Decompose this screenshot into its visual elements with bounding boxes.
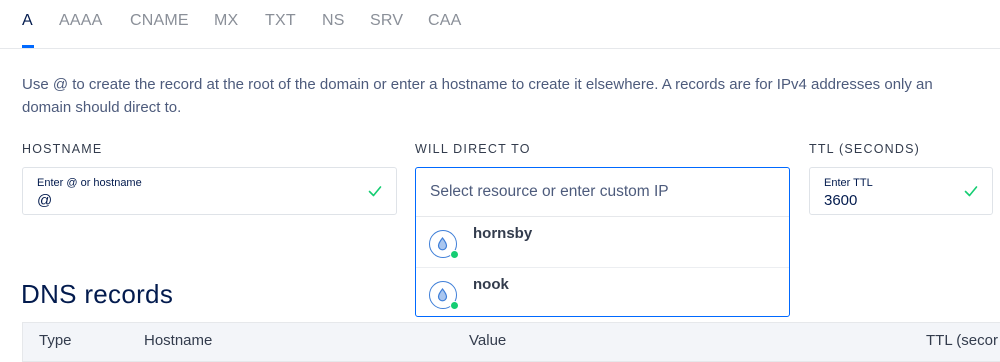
ttl-input[interactable]: Enter TTL 3600 [809,167,993,215]
option-name: nook [473,276,509,293]
ttl-input-value[interactable]: 3600 [824,192,857,209]
description-line-1: Use @ to create the record at the root o… [22,76,933,93]
tab-a[interactable]: A [22,12,33,30]
dropdown-option-nook[interactable]: nook [416,267,789,318]
column-value[interactable]: Value [469,332,506,349]
option-name: hornsby [473,225,533,242]
dropdown-option-hornsby[interactable]: hornsby [416,217,789,267]
record-type-tabs: A AAAA CNAME MX TXT NS SRV CAA [0,0,1000,49]
tab-srv[interactable]: SRV [370,12,403,30]
hostname-input-label: Enter @ or hostname [37,177,142,189]
direct-to-placeholder: Select resource or enter custom IP [430,183,669,200]
ttl-input-label: Enter TTL [824,177,873,189]
column-hostname[interactable]: Hostname [144,332,212,349]
tab-txt[interactable]: TXT [265,12,296,30]
direct-to-input[interactable]: Select resource or enter custom IP [416,168,789,217]
status-dot-icon [450,301,459,310]
direct-to-label: WILL DIRECT TO [415,142,531,156]
hostname-label: HOSTNAME [22,142,103,156]
tab-aaaa[interactable]: AAAA [59,12,103,30]
hostname-input-value[interactable]: @ [37,192,52,209]
droplet-icon [429,281,459,310]
tab-cname[interactable]: CNAME [130,12,189,30]
check-icon [368,186,382,197]
tab-caa[interactable]: CAA [428,12,462,30]
hostname-input[interactable]: Enter @ or hostname @ [22,167,397,215]
ttl-label: TTL (SECONDS) [809,142,920,156]
column-ttl[interactable]: TTL (secor [926,332,998,349]
dns-records-table-header: Type Hostname Value TTL (secor [22,322,1000,362]
tab-mx[interactable]: MX [214,12,238,30]
active-tab-indicator [22,45,34,48]
direct-to-dropdown[interactable]: Select resource or enter custom IP horns… [415,167,790,317]
tab-ns[interactable]: NS [322,12,345,30]
column-type[interactable]: Type [39,332,72,349]
record-description: Use @ to create the record at the root o… [22,73,1000,119]
dns-records-title: DNS records [21,279,174,309]
droplet-icon [429,230,459,259]
check-icon [964,186,978,197]
status-dot-icon [450,250,459,259]
description-line-2: domain should direct to. [22,99,182,116]
